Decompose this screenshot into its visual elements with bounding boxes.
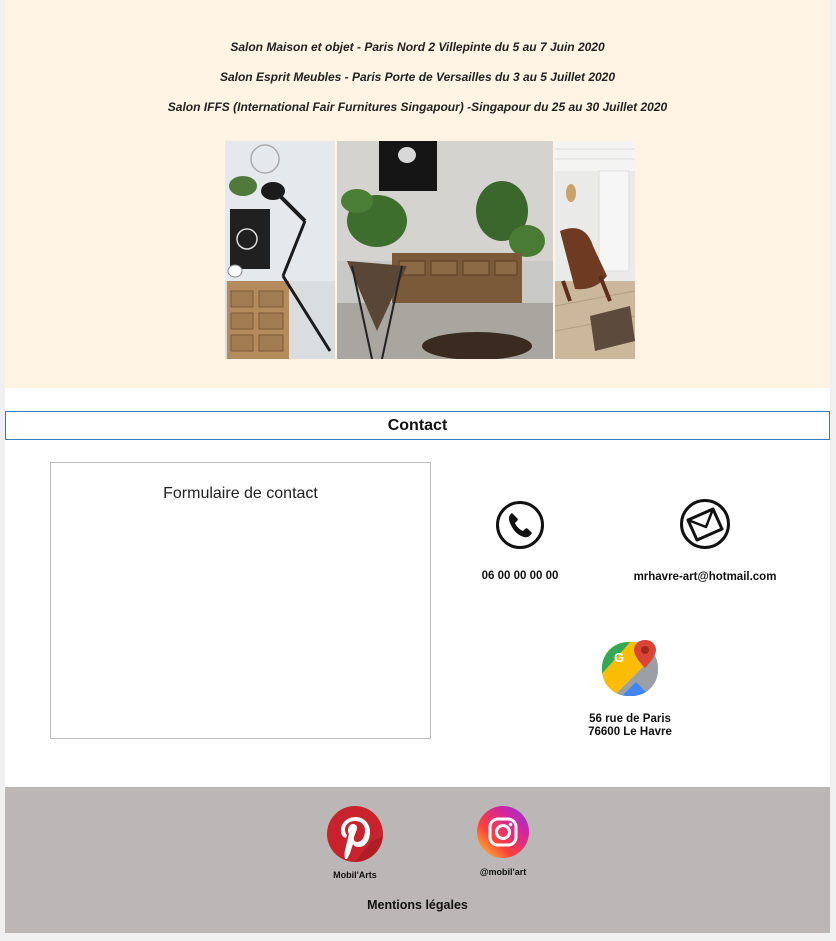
gallery-photo-chair[interactable] [555, 141, 635, 359]
events-section: Salon Maison et objet - Paris Nord 2 Vil… [5, 0, 830, 388]
contact-form-title: Formulaire de contact [163, 485, 318, 502]
instagram-link[interactable]: @mobil'art [463, 805, 543, 877]
event-line: Salon IFFS (International Fair Furniture… [167, 100, 668, 114]
instagram-icon [475, 805, 531, 863]
pinterest-icon [325, 804, 385, 866]
instagram-label: @mobil'art [479, 867, 527, 877]
photo-gallery [225, 141, 635, 359]
page: Salon Maison et objet - Paris Nord 2 Vil… [5, 0, 830, 933]
email-address: mrhavre-art@hotmail.com [633, 571, 777, 583]
footer: Mobil'Arts @mobil'art Mentions légales [5, 787, 830, 933]
google-maps-icon: G [555, 638, 705, 701]
legal-notice-link[interactable]: Mentions légales [5, 898, 830, 912]
gallery-photo-lamp[interactable] [225, 141, 335, 359]
address-line-1: 56 rue de Paris [589, 713, 671, 725]
envelope-icon [625, 498, 785, 553]
pinterest-link[interactable]: Mobil'Arts [315, 804, 395, 880]
email-contact[interactable]: mrhavre-art@hotmail.com [625, 498, 785, 583]
phone-icon [460, 500, 580, 553]
contact-heading: Contact [5, 411, 830, 440]
pinterest-label: Mobil'Arts [333, 870, 377, 880]
gallery-photo-console[interactable] [337, 141, 553, 359]
svg-text:G: G [614, 650, 624, 665]
phone-number: 06 00 00 00 00 [481, 570, 559, 582]
phone-contact[interactable]: 06 00 00 00 00 [460, 500, 580, 582]
contact-form[interactable]: Formulaire de contact [50, 462, 431, 739]
address-line-2: 76600 Le Havre [588, 726, 672, 738]
event-line: Salon Esprit Meubles - Paris Porte de Ve… [219, 70, 616, 84]
address-contact[interactable]: G 56 rue de Paris 76600 Le Havre [555, 638, 705, 738]
event-line: Salon Maison et objet - Paris Nord 2 Vil… [230, 40, 605, 54]
